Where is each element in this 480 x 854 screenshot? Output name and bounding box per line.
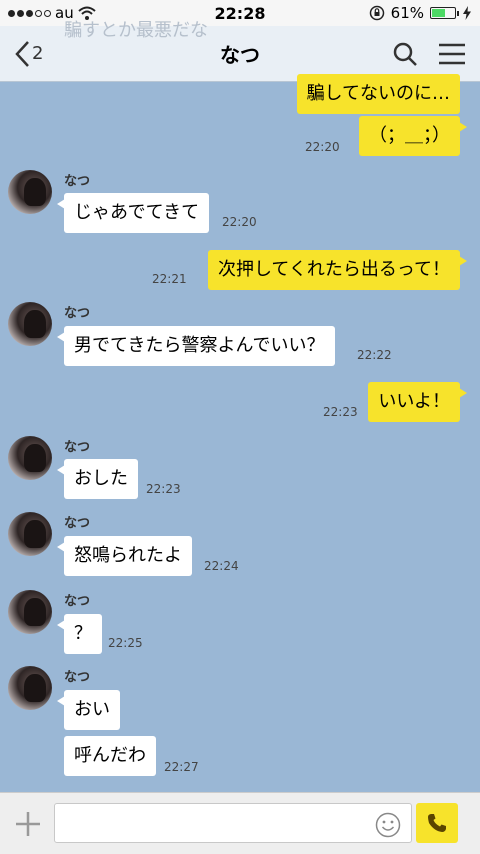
charging-icon [463, 6, 471, 20]
incoming-message[interactable]: 呼んだわ [64, 736, 156, 776]
message-timestamp: 22:23 [323, 405, 358, 419]
chat-title: なつ [220, 43, 260, 67]
incoming-message[interactable]: 怒鳴られたよ [57, 536, 192, 576]
outgoing-message[interactable]: 騙してないのに… [296, 74, 460, 114]
incoming-message[interactable]: じゃあでてきて [56, 193, 210, 233]
unread-count: 2 [32, 43, 44, 64]
outgoing-message[interactable]: 次押してくれたら出るって！ [207, 250, 468, 290]
signal-strength-icon [8, 9, 51, 17]
avatar[interactable] [8, 436, 52, 480]
battery-icon [430, 7, 459, 19]
call-button[interactable] [416, 803, 458, 843]
message-input[interactable] [54, 803, 412, 843]
sender-name: なつ [64, 306, 91, 321]
avatar[interactable] [8, 590, 52, 634]
ghost-notification-text: 騙すとか最悪だな [64, 20, 208, 41]
sender-name: なつ [64, 516, 91, 531]
back-button[interactable]: 2 [14, 40, 104, 68]
message-timestamp: 22:23 [146, 482, 181, 496]
chevron-left-icon [15, 40, 29, 67]
sender-name: なつ [64, 440, 91, 455]
outgoing-message[interactable]: いいよ！ [368, 382, 467, 422]
incoming-message[interactable]: おした [57, 459, 138, 499]
sender-name: なつ [64, 594, 91, 609]
avatar[interactable] [8, 666, 52, 710]
avatar[interactable] [8, 302, 52, 346]
input-bar [0, 792, 480, 854]
add-attachment-button[interactable] [10, 810, 46, 838]
message-timestamp: 22:25 [108, 636, 143, 650]
plus-icon [16, 811, 40, 836]
message-timestamp: 22:20 [305, 140, 340, 154]
incoming-message[interactable]: ？ [57, 614, 102, 654]
outgoing-message[interactable]: （；＿；） [359, 116, 467, 156]
sender-name: なつ [64, 670, 91, 685]
message-timestamp: 22:20 [222, 215, 257, 229]
message-timestamp: 22:21 [152, 272, 187, 286]
search-icon[interactable] [392, 41, 418, 67]
sender-name: なつ [64, 174, 91, 189]
rotation-lock-icon [369, 5, 384, 21]
avatar[interactable] [8, 170, 52, 214]
phone-icon [428, 814, 446, 832]
emoji-icon[interactable] [375, 812, 401, 838]
incoming-message[interactable]: おい [57, 690, 120, 730]
message-timestamp: 22:22 [357, 348, 392, 362]
menu-icon[interactable] [438, 43, 466, 65]
message-timestamp: 22:27 [164, 760, 199, 774]
avatar[interactable] [8, 512, 52, 556]
message-timestamp: 22:24 [204, 559, 239, 573]
battery-percent: 61% [390, 4, 424, 22]
incoming-message[interactable]: 男でてきたら警察よんでいい？ [57, 326, 335, 366]
